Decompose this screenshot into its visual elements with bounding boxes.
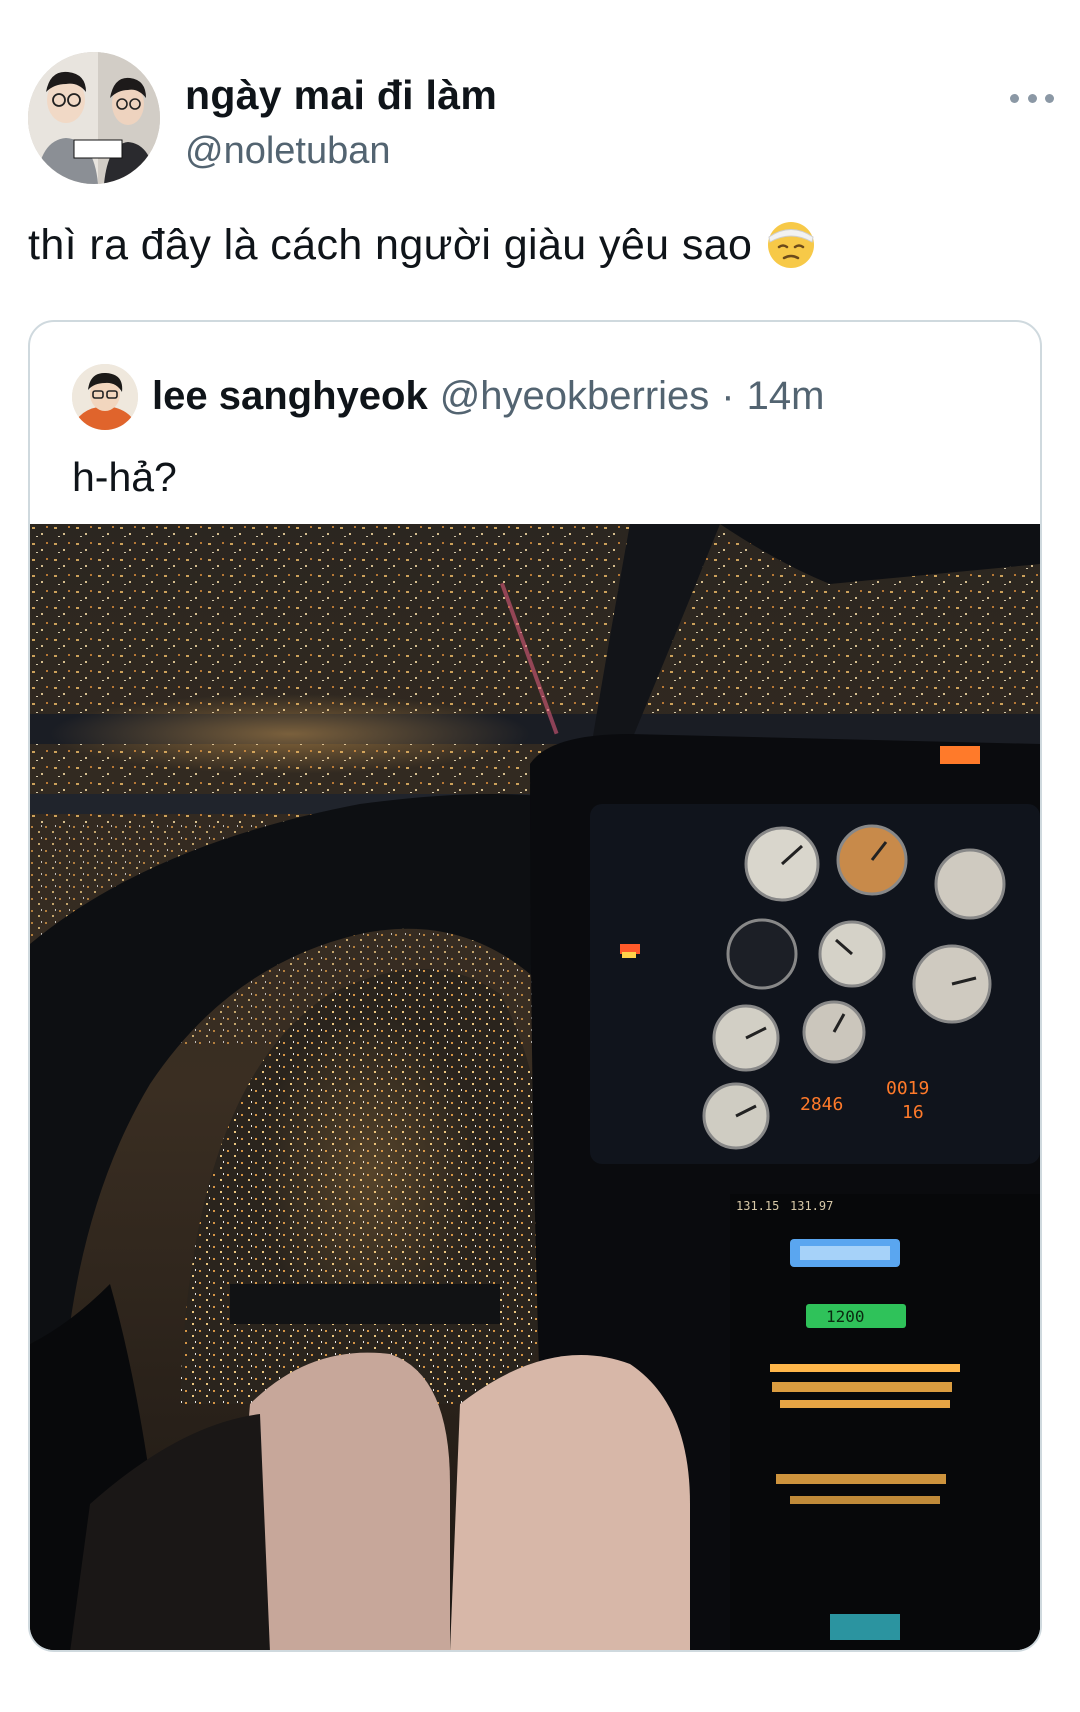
quoted-avatar-image (72, 364, 138, 430)
more-options-icon[interactable] (1010, 90, 1054, 106)
readout-green: 1200 (826, 1307, 865, 1326)
tweet[interactable]: ngày mai đi làm @noletuban thì ra đây là… (0, 0, 1080, 1712)
face-with-head-bandage-icon (768, 222, 815, 268)
dot (1010, 93, 1019, 103)
helicopter-cockpit-night-city-image[interactable]: 2846 0019 16 131.15 131.97 1200 (30, 524, 1040, 1650)
quoted-author-avatar[interactable] (72, 364, 138, 430)
quoted-tweet-text: h-hả? (72, 454, 177, 500)
readout-left: 2846 (800, 1094, 843, 1115)
quoted-timestamp[interactable]: 14m (747, 374, 825, 419)
quoted-header: lee sanghyeok @hyeokberries · 14m (152, 374, 824, 419)
tweet-text: thì ra đây là cách người giàu yêu sao (28, 220, 753, 269)
readout-right-top: 0019 (886, 1078, 929, 1099)
media-illustration: 2846 0019 16 131.15 131.97 1200 (30, 524, 1040, 1650)
readout-right-bottom: 16 (902, 1102, 924, 1123)
author-handle[interactable]: @noletuban (185, 130, 391, 173)
separator-dot: · (721, 374, 735, 418)
author-display-name[interactable]: ngày mai đi làm (185, 72, 497, 119)
quoted-handle[interactable]: @hyeokberries (440, 374, 710, 419)
tweet-text-row: thì ra đây là cách người giàu yêu sao (28, 220, 816, 270)
author-avatar[interactable] (28, 52, 160, 184)
dot (1045, 93, 1054, 103)
dot (1027, 93, 1037, 103)
freq-a: 131.15 (736, 1199, 779, 1213)
avatar-image (28, 52, 160, 184)
freq-b: 131.97 (790, 1199, 833, 1213)
quoted-tweet-card[interactable]: lee sanghyeok @hyeokberries · 14m h-hả? (28, 320, 1042, 1652)
quoted-display-name[interactable]: lee sanghyeok (152, 374, 428, 419)
